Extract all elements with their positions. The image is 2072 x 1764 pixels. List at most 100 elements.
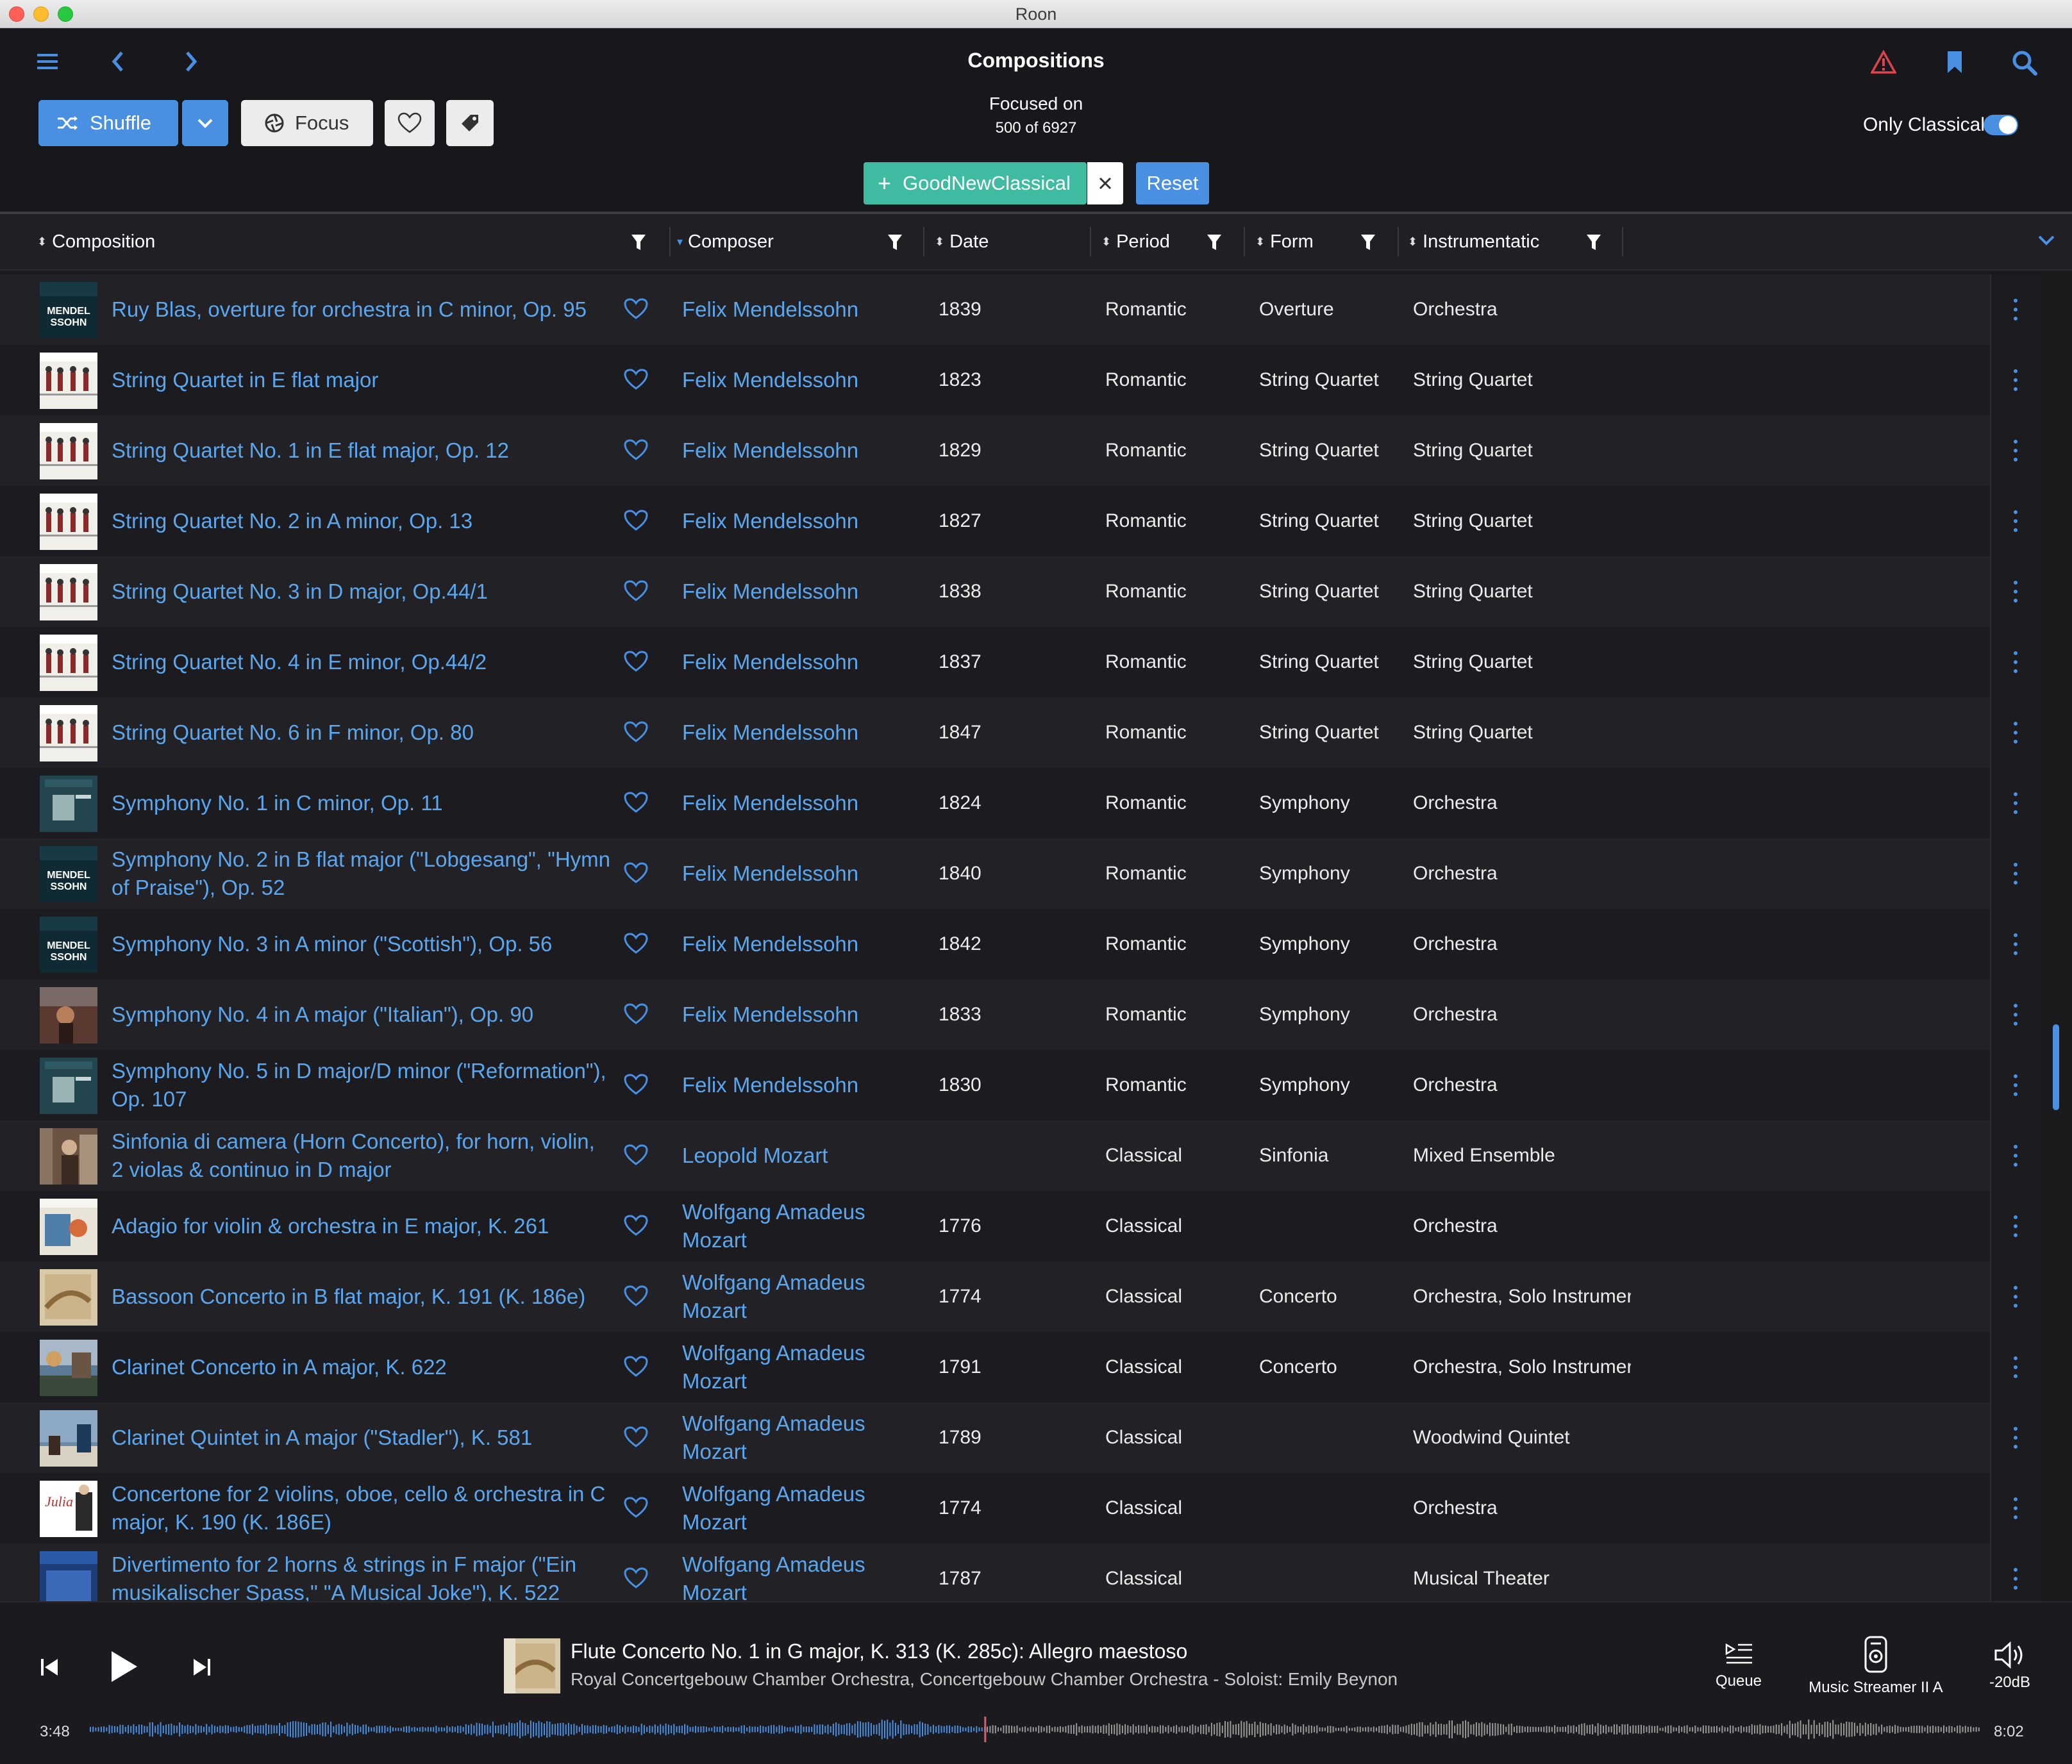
composer-link[interactable]: Felix Mendelssohn bbox=[682, 627, 913, 697]
album-art-thumbnail[interactable] bbox=[40, 987, 97, 1044]
album-art-thumbnail[interactable] bbox=[40, 1199, 97, 1255]
more-options-icon[interactable] bbox=[2008, 768, 2023, 838]
more-options-icon[interactable] bbox=[2008, 345, 2023, 415]
heart-icon[interactable] bbox=[623, 368, 649, 394]
album-art-thumbnail[interactable] bbox=[40, 564, 97, 620]
composition-title-link[interactable]: String Quartet in E flat major bbox=[112, 345, 612, 415]
album-art-thumbnail[interactable] bbox=[40, 776, 97, 832]
table-row[interactable]: String Quartet No. 6 in F minor, Op. 80 F… bbox=[0, 697, 1990, 768]
album-art-thumbnail[interactable]: Julia bbox=[40, 1481, 97, 1537]
table-row[interactable]: Adagio for violin & orchestra in E major… bbox=[0, 1191, 1990, 1261]
shuffle-options-dropdown[interactable] bbox=[182, 100, 228, 146]
more-options-icon[interactable] bbox=[2008, 1473, 2023, 1544]
scrollbar-thumb[interactable] bbox=[2053, 1024, 2059, 1110]
album-art-thumbnail[interactable] bbox=[40, 1269, 97, 1326]
composer-link[interactable]: Felix Mendelssohn bbox=[682, 345, 913, 415]
more-options-icon[interactable] bbox=[2008, 1120, 2023, 1191]
album-art-thumbnail[interactable]: MENDEL SSOHN bbox=[40, 917, 97, 973]
table-row[interactable]: String Quartet No. 2 in A minor, Op. 13 F… bbox=[0, 486, 1990, 556]
now-playing-artist[interactable]: Royal Concertgebouw Chamber Orchestra, C… bbox=[571, 1669, 1398, 1690]
composer-link[interactable]: Felix Mendelssohn bbox=[682, 556, 913, 627]
table-row[interactable]: Divertimento for 2 horns & strings in F … bbox=[0, 1544, 1990, 1601]
column-divider[interactable] bbox=[1090, 227, 1091, 256]
column-composition[interactable]: ⬍ Composition bbox=[37, 214, 155, 269]
composer-link[interactable]: Wolfgang Amadeus Mozart bbox=[682, 1332, 913, 1402]
heart-icon[interactable] bbox=[623, 1003, 649, 1029]
table-row[interactable]: String Quartet No. 3 in D major, Op.44/1… bbox=[0, 556, 1990, 627]
composition-title-link[interactable]: String Quartet No. 6 in F minor, Op. 80 bbox=[112, 697, 612, 768]
filter-icon[interactable] bbox=[1360, 233, 1376, 251]
table-row[interactable]: Sinfonia di camera (Horn Concerto), for … bbox=[0, 1120, 1990, 1191]
composition-title-link[interactable]: Adagio for violin & orchestra in E major… bbox=[112, 1191, 612, 1261]
filter-icon[interactable] bbox=[887, 233, 903, 251]
composer-link[interactable]: Wolfgang Amadeus Mozart bbox=[682, 1544, 913, 1601]
album-art-thumbnail[interactable] bbox=[40, 1340, 97, 1396]
chevron-down-icon[interactable] bbox=[2037, 235, 2055, 246]
heart-icon[interactable] bbox=[623, 438, 649, 465]
composition-title-link[interactable]: Symphony No. 2 in B flat major ("Lobgesa… bbox=[112, 838, 612, 909]
more-options-icon[interactable] bbox=[2008, 1261, 2023, 1332]
album-art-thumbnail[interactable] bbox=[40, 1058, 97, 1114]
more-options-icon[interactable] bbox=[2008, 1332, 2023, 1402]
filter-icon[interactable] bbox=[1207, 233, 1222, 251]
heart-icon[interactable] bbox=[623, 720, 649, 747]
more-options-icon[interactable] bbox=[2008, 1050, 2023, 1120]
table-row[interactable]: Symphony No. 5 in D major/D minor ("Refo… bbox=[0, 1050, 1990, 1120]
composer-link[interactable]: Wolfgang Amadeus Mozart bbox=[682, 1473, 913, 1544]
more-options-icon[interactable] bbox=[2008, 556, 2023, 627]
composer-link[interactable]: Felix Mendelssohn bbox=[682, 274, 913, 345]
heart-icon[interactable] bbox=[623, 650, 649, 676]
focus-button[interactable]: Focus bbox=[241, 100, 373, 146]
more-options-icon[interactable] bbox=[2008, 838, 2023, 909]
composer-link[interactable]: Wolfgang Amadeus Mozart bbox=[682, 1261, 913, 1332]
heart-icon[interactable] bbox=[623, 1073, 649, 1099]
table-row[interactable]: Symphony No. 4 in A major ("Italian"), O… bbox=[0, 979, 1990, 1050]
heart-icon[interactable] bbox=[623, 1567, 649, 1593]
composer-link[interactable]: Felix Mendelssohn bbox=[682, 486, 913, 556]
composition-title-link[interactable]: String Quartet No. 2 in A minor, Op. 13 bbox=[112, 486, 612, 556]
composition-title-link[interactable]: Symphony No. 3 in A minor ("Scottish"), … bbox=[112, 909, 612, 979]
more-options-icon[interactable] bbox=[2008, 909, 2023, 979]
composer-link[interactable]: Felix Mendelssohn bbox=[682, 768, 913, 838]
table-row[interactable]: MENDEL SSOHN Symphony No. 3 in A minor ("S… bbox=[0, 909, 1990, 979]
composition-title-link[interactable]: Sinfonia di camera (Horn Concerto), for … bbox=[112, 1120, 612, 1191]
next-track-icon[interactable] bbox=[192, 1658, 212, 1677]
more-options-icon[interactable] bbox=[2008, 415, 2023, 486]
waveform-seekbar[interactable] bbox=[90, 1717, 1981, 1742]
composition-title-link[interactable]: String Quartet No. 1 in E flat major, Op… bbox=[112, 415, 612, 486]
table-row[interactable]: MENDEL SSOHN Symphony No. 2 in B flat majo… bbox=[0, 838, 1990, 909]
more-options-icon[interactable] bbox=[2008, 697, 2023, 768]
more-options-icon[interactable] bbox=[2008, 979, 2023, 1050]
column-divider[interactable] bbox=[1622, 227, 1623, 256]
composer-link[interactable]: Wolfgang Amadeus Mozart bbox=[682, 1191, 913, 1261]
more-options-icon[interactable] bbox=[2008, 627, 2023, 697]
more-options-icon[interactable] bbox=[2008, 1191, 2023, 1261]
table-row[interactable]: Symphony No. 1 in C minor, Op. 11 Felix M… bbox=[0, 768, 1990, 838]
album-art-thumbnail[interactable] bbox=[40, 494, 97, 550]
tag-filter-button[interactable] bbox=[446, 100, 494, 146]
heart-icon[interactable] bbox=[623, 1285, 649, 1311]
favorite-filter-button[interactable] bbox=[385, 100, 435, 146]
heart-icon[interactable] bbox=[623, 1496, 649, 1522]
playhead[interactable] bbox=[984, 1717, 987, 1742]
composition-title-link[interactable]: Clarinet Quintet in A major ("Stadler"),… bbox=[112, 1402, 612, 1473]
play-icon[interactable] bbox=[109, 1650, 138, 1683]
composition-title-link[interactable]: Concertone for 2 violins, oboe, cello & … bbox=[112, 1473, 612, 1544]
previous-track-icon[interactable] bbox=[40, 1658, 59, 1677]
column-divider[interactable] bbox=[669, 227, 671, 256]
composition-title-link[interactable]: Clarinet Concerto in A major, K. 622 bbox=[112, 1332, 612, 1402]
composer-link[interactable]: Wolfgang Amadeus Mozart bbox=[682, 1402, 913, 1473]
reset-button[interactable]: Reset bbox=[1136, 162, 1209, 204]
composition-title-link[interactable]: Symphony No. 5 in D major/D minor ("Refo… bbox=[112, 1050, 612, 1120]
composer-link[interactable]: Felix Mendelssohn bbox=[682, 838, 913, 909]
heart-icon[interactable] bbox=[623, 1355, 649, 1381]
column-composer[interactable]: ▾ Composer bbox=[677, 214, 774, 269]
column-period[interactable]: ⬍ Period bbox=[1101, 214, 1170, 269]
composition-title-link[interactable]: String Quartet No. 4 in E minor, Op.44/2 bbox=[112, 627, 612, 697]
composer-link[interactable]: Felix Mendelssohn bbox=[682, 979, 913, 1050]
queue-button[interactable]: Queue bbox=[1708, 1641, 1769, 1690]
heart-icon[interactable] bbox=[623, 1144, 649, 1170]
album-art-thumbnail[interactable] bbox=[40, 1128, 97, 1185]
table-row[interactable]: String Quartet No. 1 in E flat major, Op… bbox=[0, 415, 1990, 486]
now-playing-title[interactable]: Flute Concerto No. 1 in G major, K. 313 … bbox=[571, 1640, 1187, 1663]
